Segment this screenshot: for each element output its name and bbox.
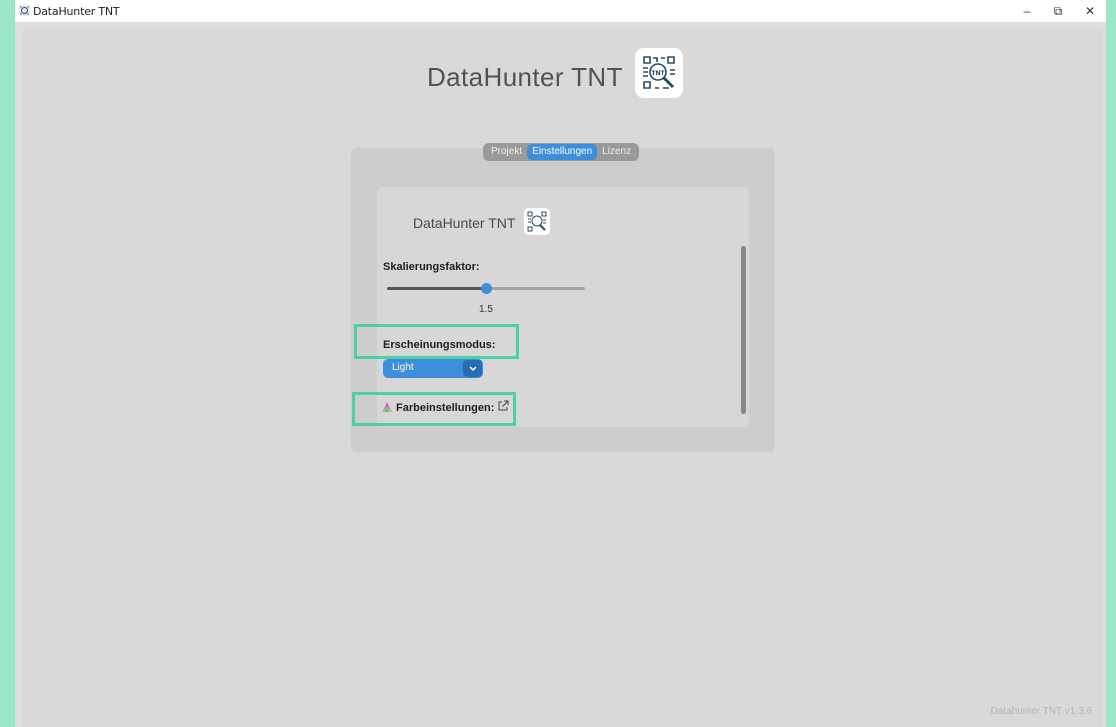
version-label: Datahunter TNT v1.3.6 — [990, 706, 1092, 717]
settings-header-title: DataHunter TNT — [413, 215, 516, 231]
svg-text:TNT: TNT — [651, 70, 665, 77]
app-title: DataHunter TNT — [427, 62, 623, 92]
tab-projekt[interactable]: Projekt — [486, 144, 527, 160]
app-logo-icon: TNT — [635, 48, 683, 98]
app-logo-icon — [19, 5, 30, 16]
slider-track[interactable] — [486, 287, 585, 290]
tab-lizenz[interactable]: Lizenz — [597, 144, 636, 160]
chevron-down-icon[interactable] — [463, 360, 482, 377]
minimize-button[interactable]: – — [1010, 0, 1044, 22]
app-logo-small-icon — [524, 208, 550, 235]
slider-track-filled[interactable] — [387, 287, 486, 290]
maximize-button[interactable]: ⧉ — [1041, 0, 1075, 22]
app-content: DataHunter TNT TNT Projekt Einstellungen… — [23, 29, 1102, 727]
appearance-mode-label: Erscheinungsmodus: — [383, 339, 496, 351]
window-title: DataHunter TNT — [33, 5, 120, 18]
color-settings-label: Farbeinstellungen: — [396, 402, 495, 414]
appearance-mode-select[interactable]: Light — [383, 359, 483, 378]
settings-scrollbar[interactable] — [741, 246, 746, 414]
scale-factor-label: Skalierungsfaktor: — [383, 261, 480, 273]
scale-factor-value: 1.5 — [479, 304, 493, 315]
tab-einstellungen[interactable]: Einstellungen — [527, 144, 598, 160]
close-button[interactable]: ✕ — [1073, 0, 1107, 22]
scale-slider-thumb[interactable] — [481, 283, 492, 294]
title-bar[interactable]: DataHunter TNT – ⧉ ✕ — [15, 0, 1106, 22]
external-link-icon[interactable] — [497, 400, 509, 412]
tab-bar: Projekt Einstellungen Lizenz — [483, 143, 640, 161]
palette-icon — [382, 402, 392, 412]
appearance-mode-value: Light — [392, 362, 414, 373]
